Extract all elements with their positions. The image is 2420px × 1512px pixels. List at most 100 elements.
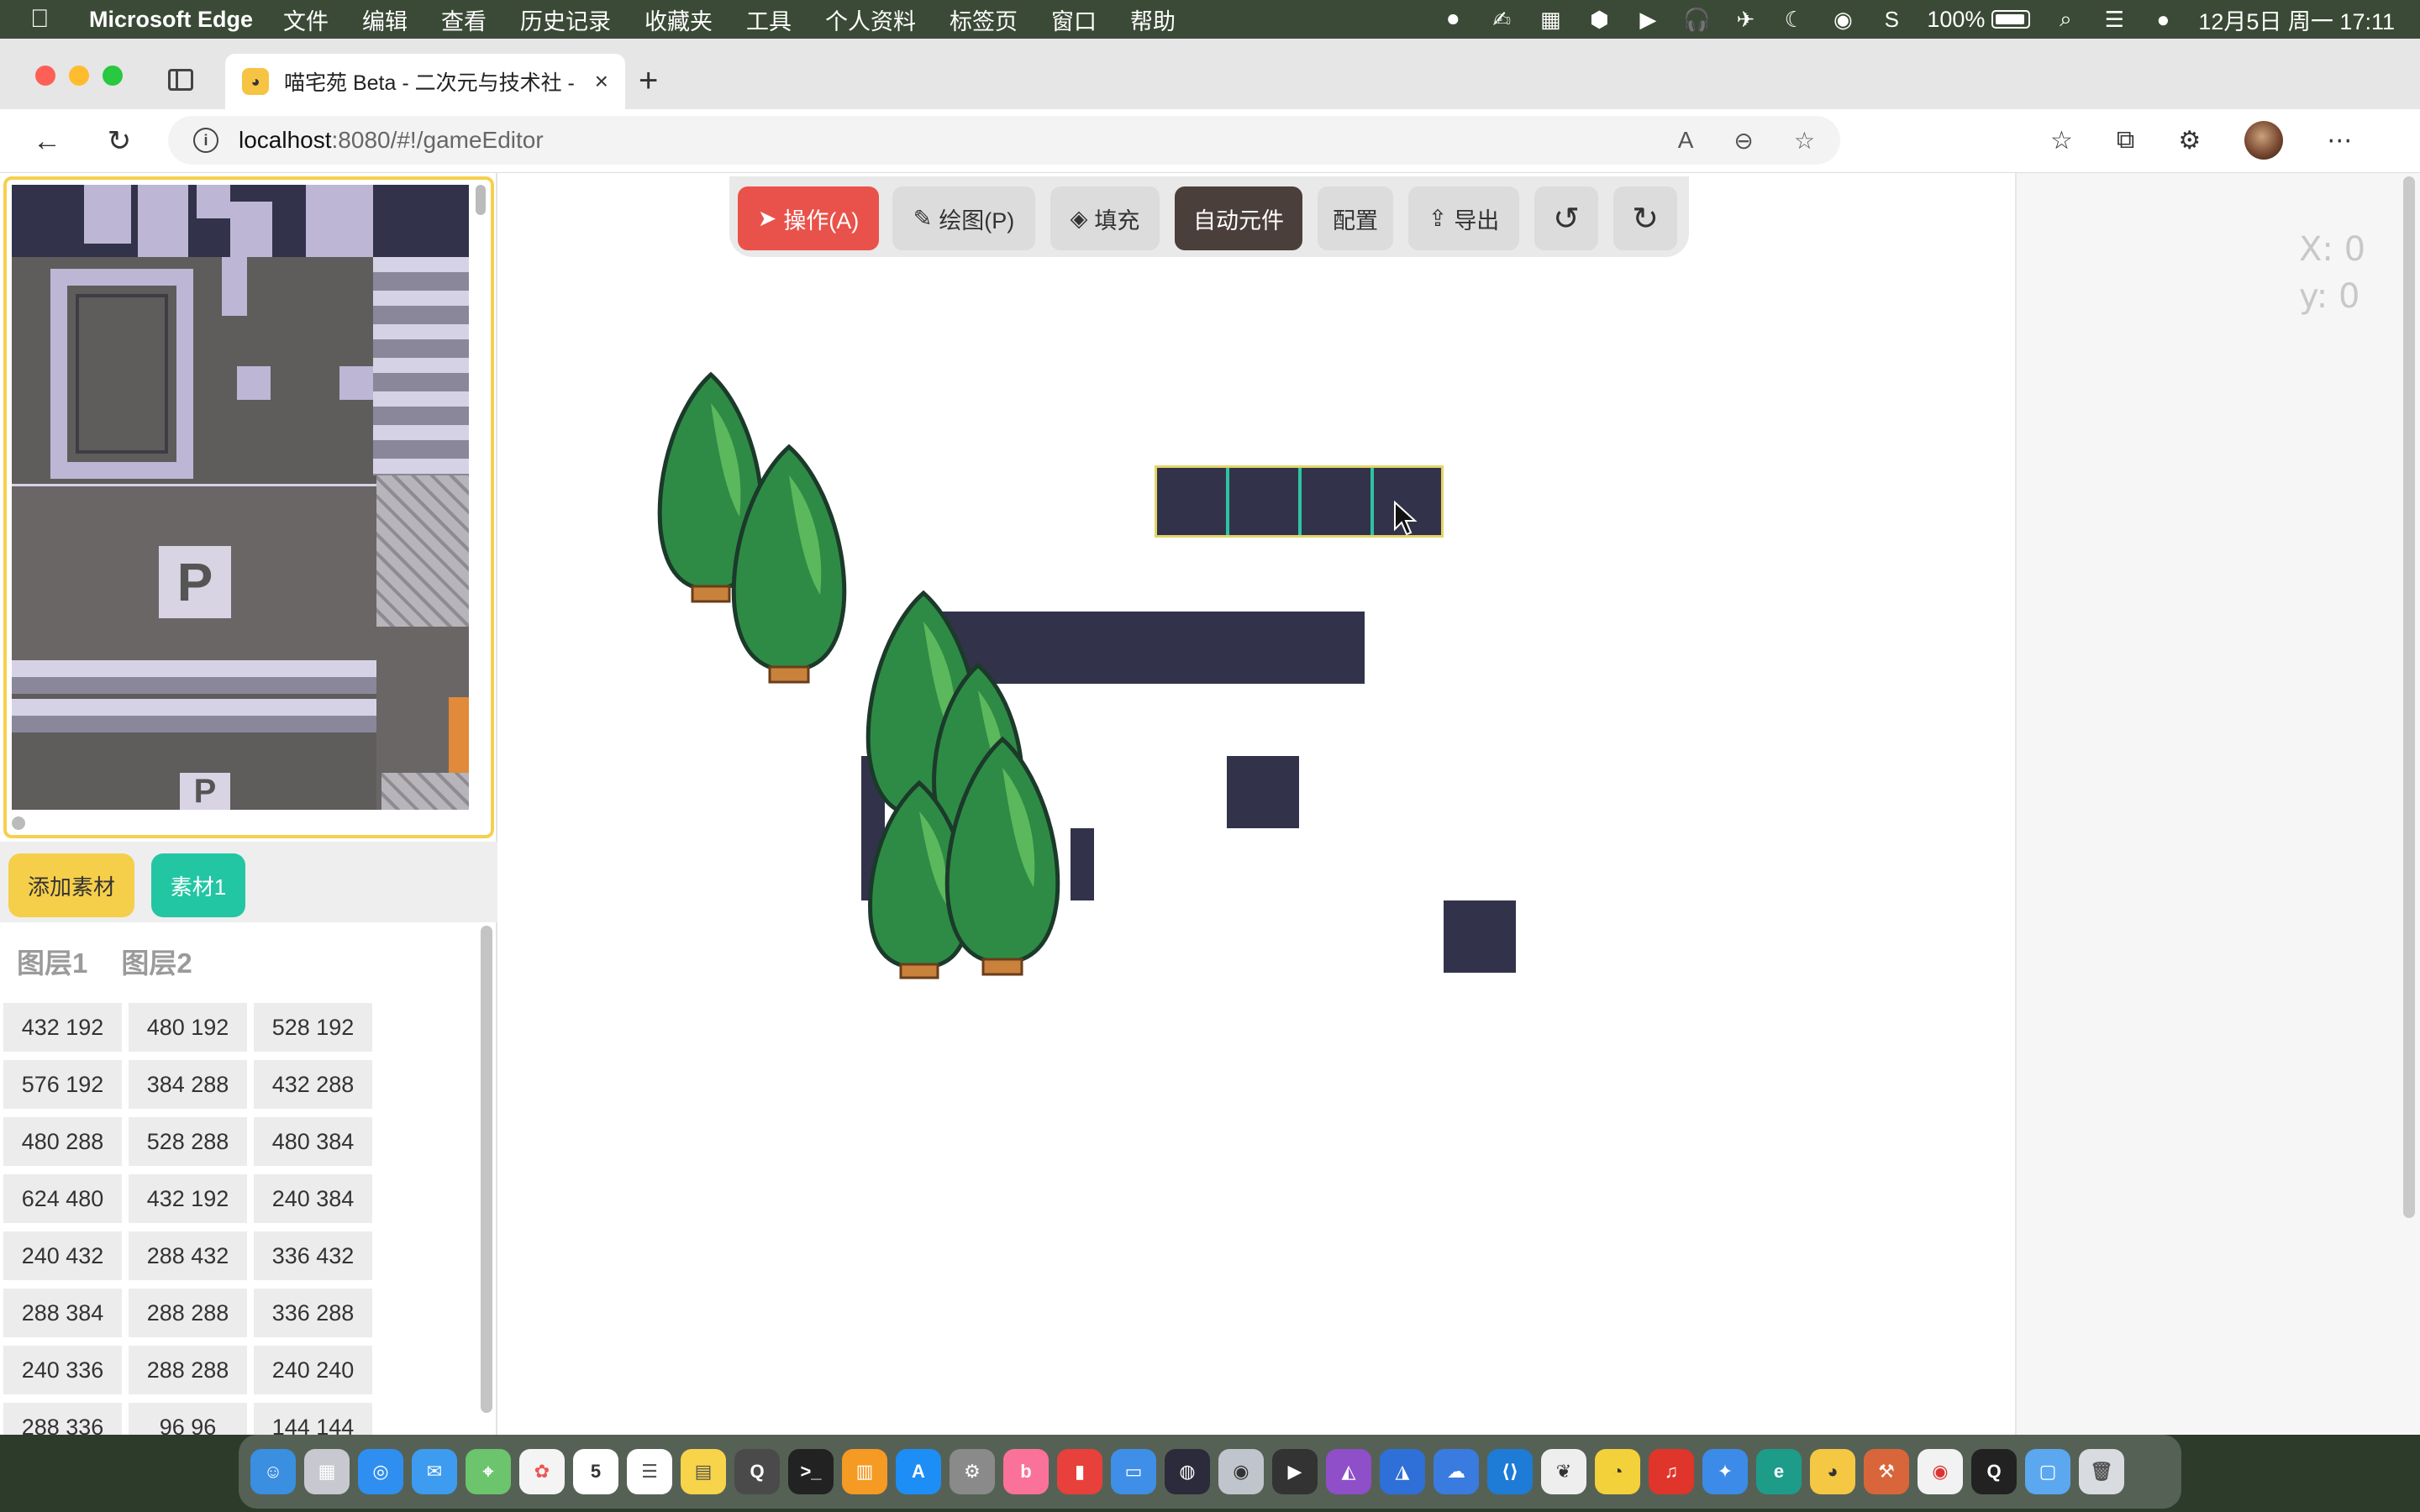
s-app-icon[interactable]: S: [1878, 6, 1905, 33]
control-center-icon[interactable]: ☰: [2101, 6, 2128, 33]
tile-coord-chip[interactable]: 480 192: [129, 1003, 247, 1052]
operate-mode-button[interactable]: ➤ 操作(A): [738, 186, 879, 250]
address-bar[interactable]: i localhost:8080/#!/gameEditor A ⊖ ☆: [168, 116, 1840, 165]
placed-tile[interactable]: [1076, 612, 1148, 684]
profile-avatar[interactable]: [2244, 121, 2284, 160]
tile-coord-chip[interactable]: 480 288: [3, 1117, 122, 1166]
placed-tile[interactable]: [1444, 900, 1516, 973]
grid-app-icon[interactable]: ▦: [1537, 6, 1564, 33]
launchpad-icon[interactable]: ▦: [304, 1449, 350, 1494]
yellow-app-icon[interactable]: ◔: [1595, 1449, 1640, 1494]
config-button[interactable]: 配置: [1318, 186, 1393, 250]
back-arrow-icon[interactable]: ←: [29, 123, 66, 160]
menu-profile[interactable]: 个人资料: [825, 3, 916, 36]
tile-coord-chip[interactable]: 336 288: [254, 1289, 372, 1337]
moon-icon[interactable]: ☾: [1781, 6, 1807, 33]
hexagon-icon[interactable]: ⬢: [1586, 6, 1612, 33]
mail-icon[interactable]: ✉: [412, 1449, 457, 1494]
battery-status[interactable]: 100%: [1927, 7, 2031, 33]
search-icon[interactable]: ⌕: [2052, 6, 2079, 33]
site-info-icon[interactable]: i: [193, 128, 218, 153]
tile-coord-chip[interactable]: 144 144: [254, 1403, 372, 1435]
maps-icon[interactable]: ⌖: [466, 1449, 511, 1494]
tile-coord-chip[interactable]: 240 336: [3, 1346, 122, 1394]
tile-coord-chip[interactable]: 528 192: [254, 1003, 372, 1052]
tile-coord-chip[interactable]: 528 288: [129, 1117, 247, 1166]
affinity-designer-icon[interactable]: ◮: [1380, 1449, 1425, 1494]
menubar-clock[interactable]: 12月5日 周一 17:11: [2198, 3, 2395, 36]
netease-music-icon[interactable]: ♫: [1649, 1449, 1694, 1494]
menu-tools[interactable]: 工具: [746, 3, 792, 36]
bird-app-icon[interactable]: ✦: [1702, 1449, 1748, 1494]
window-minimize-button[interactable]: [69, 66, 89, 86]
tileset-image[interactable]: P P: [12, 185, 469, 810]
tree-sprite[interactable]: [939, 734, 1065, 986]
redo-button[interactable]: ↻: [1613, 186, 1677, 250]
menu-history[interactable]: 历史记录: [520, 3, 611, 36]
tile-coord-chip[interactable]: 240 240: [254, 1346, 372, 1394]
tile-coord-chip[interactable]: 288 288: [129, 1289, 247, 1337]
tile-coord-chip[interactable]: 432 288: [254, 1060, 372, 1109]
edge-icon[interactable]: e: [1756, 1449, 1802, 1494]
play-icon[interactable]: ▶: [1634, 6, 1661, 33]
layer-tab-1[interactable]: 图层1: [17, 941, 87, 981]
tile-coord-chip[interactable]: 336 432: [254, 1231, 372, 1280]
reload-icon[interactable]: ↻: [101, 123, 138, 160]
layers-scrollbar[interactable]: [481, 926, 492, 1413]
tile-coord-chip[interactable]: 96 96: [129, 1403, 247, 1435]
chrome-icon[interactable]: ◉: [1918, 1449, 1963, 1494]
menu-window[interactable]: 窗口: [1051, 3, 1097, 36]
quicktime-icon[interactable]: Q: [734, 1449, 780, 1494]
bilibili-icon[interactable]: b: [1003, 1449, 1049, 1494]
qq-icon[interactable]: Q: [1971, 1449, 2017, 1494]
undo-button[interactable]: ↺: [1534, 186, 1598, 250]
tile-coord-chip[interactable]: 288 288: [129, 1346, 247, 1394]
headphones-icon[interactable]: 🎧: [1683, 6, 1710, 33]
draw-mode-button[interactable]: ✎ 绘图(P): [892, 186, 1035, 250]
calendar-icon[interactable]: 5: [573, 1449, 618, 1494]
terminal-icon[interactable]: >_: [788, 1449, 834, 1494]
zoom-out-icon[interactable]: ⊖: [1733, 127, 1753, 155]
menu-view[interactable]: 查看: [441, 3, 487, 36]
map-canvas[interactable]: ➤ 操作(A) ✎ 绘图(P) ◈ 填充 自动元件 配置 ⇪ 导出 ↺ ↻: [499, 173, 2015, 1435]
placed-tile[interactable]: [1292, 612, 1365, 684]
favorites-icon[interactable]: ☆: [2050, 126, 2073, 155]
final-cut-icon[interactable]: ▶: [1272, 1449, 1318, 1494]
new-tab-icon[interactable]: +: [639, 64, 658, 97]
tool-app-icon[interactable]: ⚒: [1864, 1449, 1909, 1494]
more-menu-icon[interactable]: ⋯: [2327, 126, 2352, 155]
trash-icon[interactable]: 🗑: [2079, 1449, 2124, 1494]
menu-favorites[interactable]: 收藏夹: [644, 3, 713, 36]
affinity-photo-icon[interactable]: ◭: [1326, 1449, 1371, 1494]
menu-file[interactable]: 文件: [283, 3, 329, 36]
photos-icon[interactable]: ✿: [519, 1449, 565, 1494]
user-circle-icon[interactable]: ◉: [1829, 6, 1856, 33]
system-settings-icon[interactable]: ⚙: [950, 1449, 995, 1494]
signature-icon[interactable]: ✍: [1488, 6, 1515, 33]
asset1-tab-button[interactable]: 素材1: [151, 853, 245, 917]
window-close-button[interactable]: [35, 66, 55, 86]
tile-coord-chip[interactable]: 288 432: [129, 1231, 247, 1280]
downloads-folder-icon[interactable]: ▢: [2025, 1449, 2070, 1494]
red-app-icon[interactable]: ▮: [1057, 1449, 1102, 1494]
placed-tile[interactable]: [1071, 828, 1094, 900]
notes-icon[interactable]: ▤: [681, 1449, 726, 1494]
tile-coord-chip[interactable]: 576 192: [3, 1060, 122, 1109]
menubar-app-name[interactable]: Microsoft Edge: [89, 7, 253, 33]
record-icon[interactable]: ⏺: [1439, 6, 1466, 33]
tile-coord-chip[interactable]: 432 192: [3, 1003, 122, 1052]
menu-help[interactable]: 帮助: [1130, 3, 1176, 36]
tile-coord-chip[interactable]: 288 384: [3, 1289, 122, 1337]
finder-icon[interactable]: ☺: [250, 1449, 296, 1494]
tile-coord-chip[interactable]: 240 432: [3, 1231, 122, 1280]
tile-coord-chip[interactable]: 240 384: [254, 1174, 372, 1223]
tree-sprite[interactable]: [726, 442, 852, 694]
export-button[interactable]: ⇪ 导出: [1408, 186, 1519, 250]
auto-component-button[interactable]: 自动元件: [1175, 186, 1302, 250]
tab-close-icon[interactable]: ×: [595, 68, 608, 95]
tileset-preview[interactable]: P P: [3, 176, 494, 838]
add-favorite-icon[interactable]: ☆: [1794, 127, 1815, 155]
tile-coord-chip[interactable]: 480 384: [254, 1117, 372, 1166]
siri-icon[interactable]: ●: [2149, 6, 2176, 33]
app-store-icon[interactable]: A: [896, 1449, 941, 1494]
